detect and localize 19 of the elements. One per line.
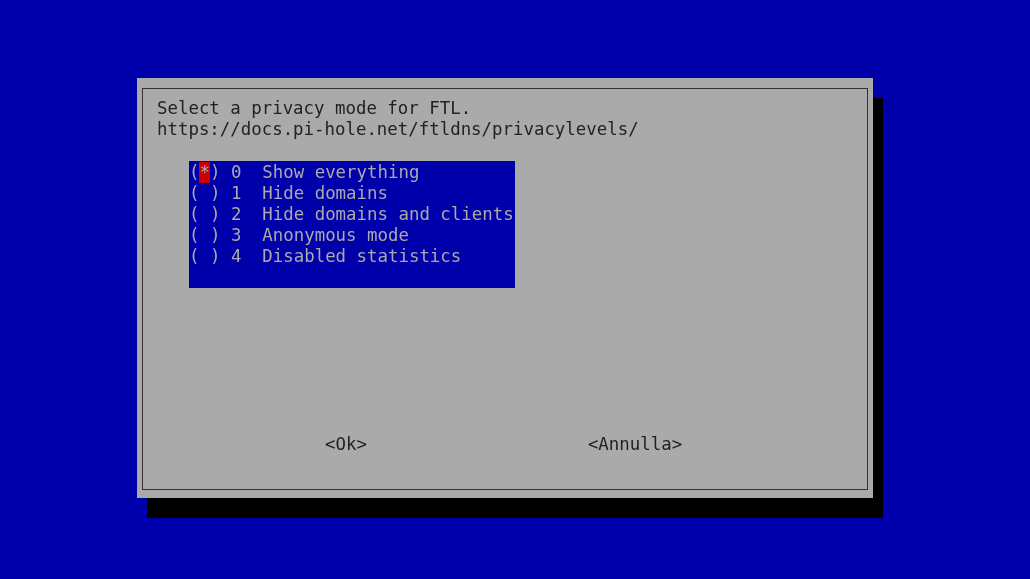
url-text: https://docs.pi-hole.net/ftldns/privacylevels/ (157, 119, 639, 140)
option-label[interactable]: Anonymous mode (262, 225, 409, 246)
radio-button[interactable]: ( ) (189, 246, 221, 267)
radio-button[interactable]: ( ) (189, 225, 221, 246)
cancel-button[interactable]: <Annulla> (587, 434, 683, 455)
dialog-message: Select a privacy mode for FTL. (157, 98, 472, 119)
ok-button[interactable]: <Ok> (325, 434, 367, 455)
radio-button[interactable]: ( ) (189, 204, 221, 225)
option-label[interactable]: Hide domains (262, 183, 388, 204)
option-number: 4 (230, 246, 242, 267)
option-label[interactable]: Disabled statistics (262, 246, 462, 267)
option-label[interactable]: Hide domains and clients (262, 204, 514, 225)
option-label[interactable]: Show everything (262, 162, 420, 183)
option-number: 1 (230, 183, 242, 204)
radio-button[interactable]: (*) (189, 162, 221, 183)
option-number: 0 (230, 162, 242, 183)
option-number: 2 (230, 204, 242, 225)
option-number: 3 (230, 225, 242, 246)
radio-button[interactable]: ( ) (189, 183, 221, 204)
